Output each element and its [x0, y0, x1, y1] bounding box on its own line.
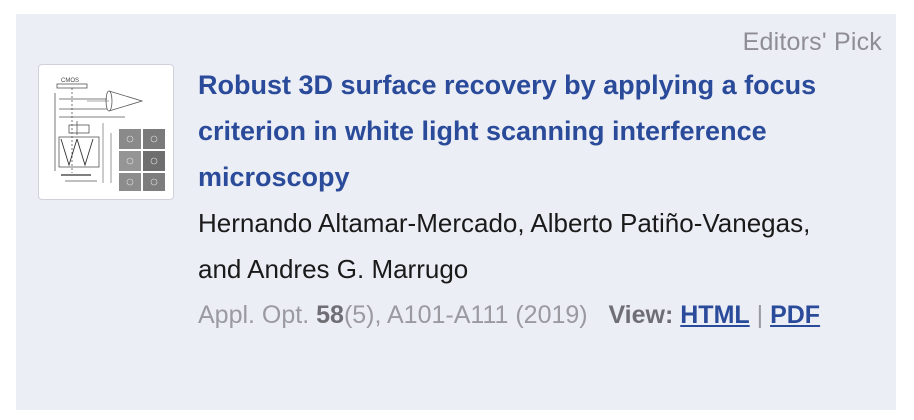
- journal-volume: 58: [316, 301, 344, 329]
- journal-name: Appl. Opt.: [198, 301, 310, 329]
- view-label: View:: [608, 301, 674, 329]
- separator: |: [756, 301, 764, 329]
- pdf-link[interactable]: PDF: [770, 301, 820, 329]
- figure-thumbnail-icon: CMOS: [54, 78, 165, 191]
- editors-pick-badge: Editors' Pick: [742, 28, 882, 56]
- article-authors: Hernando Altamar-Mercado, Alberto Patiño…: [198, 208, 811, 284]
- journal-issue-pages: (5), A101-A111 (2019): [343, 301, 588, 329]
- article-body: Robust 3D surface recovery by applying a…: [198, 62, 858, 338]
- article-title-link[interactable]: Robust 3D surface recovery by applying a…: [198, 62, 858, 200]
- article-citation: Appl. Opt. 58(5), A101-A111 (2019) View:…: [198, 292, 858, 338]
- figure-thumbnail[interactable]: CMOS: [38, 64, 174, 200]
- article-card: Editors' Pick CMOS Robust 3D surface rec…: [16, 14, 896, 410]
- thumbnail-label: CMOS: [61, 78, 79, 84]
- html-link[interactable]: HTML: [680, 301, 749, 329]
